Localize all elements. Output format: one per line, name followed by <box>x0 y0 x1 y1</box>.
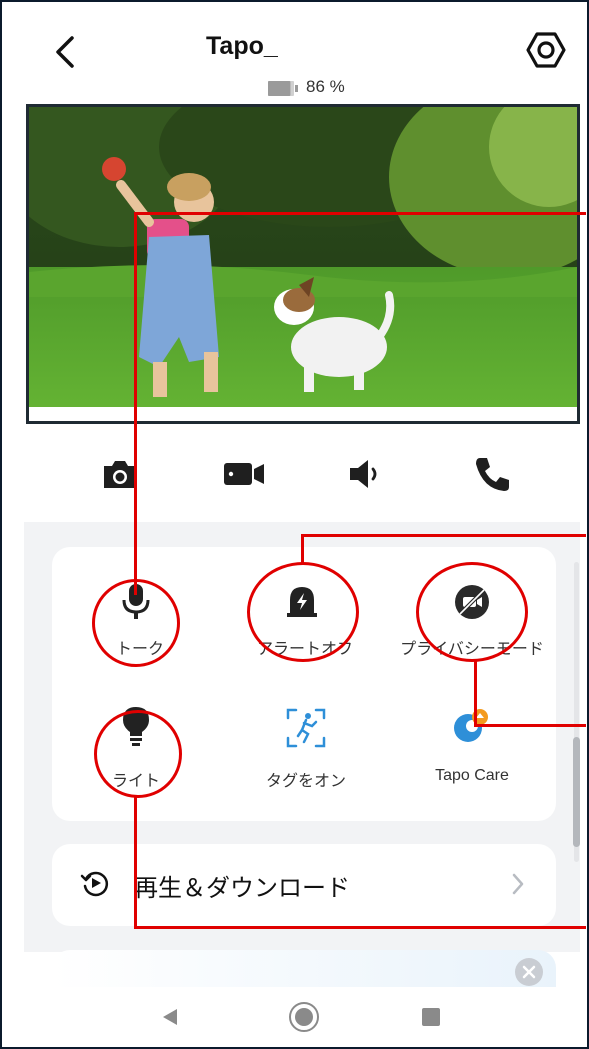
scrollbar-thumb[interactable] <box>573 737 580 847</box>
video-frame <box>29 107 577 421</box>
playback-history-icon <box>80 871 109 897</box>
annotation-line <box>134 926 586 929</box>
phone-call-icon[interactable] <box>470 452 514 496</box>
nav-home-icon[interactable] <box>288 1001 320 1033</box>
chevron-right-icon <box>512 873 524 895</box>
back-chevron-icon[interactable] <box>50 32 80 72</box>
nav-back-icon[interactable] <box>160 1007 180 1027</box>
annotation-line <box>301 534 304 564</box>
annotation-circle-alert <box>247 562 359 662</box>
close-icon[interactable] <box>514 957 544 987</box>
playback-label: 再生＆ダウンロード <box>134 874 350 902</box>
motion-tag-icon[interactable] <box>284 706 328 750</box>
battery-percentage: 86 % <box>306 77 345 96</box>
promo-card[interactable] <box>52 950 556 990</box>
annotation-line <box>474 660 477 726</box>
app-screen: Tapo_ 86 % トーク アラートオフ プライバシーモード ライト タグをオ… <box>0 0 589 1049</box>
annotation-line <box>134 796 137 928</box>
annotation-line <box>474 724 586 727</box>
settings-hexagon-icon[interactable] <box>526 30 566 70</box>
annotation-line <box>134 212 586 215</box>
annotation-circle-talk <box>92 579 180 667</box>
live-video-view[interactable] <box>26 104 580 424</box>
annotation-line <box>301 534 586 537</box>
annotation-circle-light <box>94 710 182 798</box>
feature-label-tag-on: タグをオン <box>265 773 347 790</box>
nav-recent-apps-icon[interactable] <box>422 1008 440 1026</box>
speaker-icon[interactable] <box>346 452 390 496</box>
annotation-circle-privacy <box>416 562 528 662</box>
video-record-icon[interactable] <box>222 452 266 496</box>
device-title: Tapo_ <box>206 32 278 60</box>
feature-label-tapo-care: Tapo Care <box>435 767 509 784</box>
redacted-name <box>278 36 418 58</box>
annotation-line <box>134 212 137 595</box>
battery-icon <box>268 81 298 96</box>
